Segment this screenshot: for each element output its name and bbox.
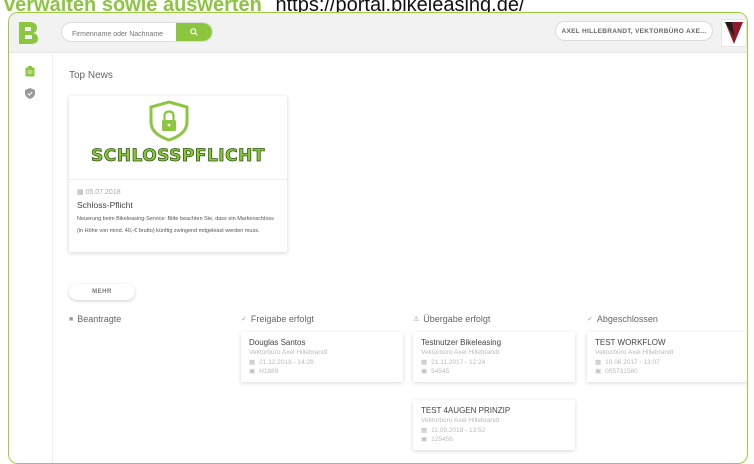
news-image-caption: SCHLOSSPFLICHT: [91, 146, 265, 167]
column-header-abgeschlossen: ✓ Abgeschlossen: [587, 314, 658, 324]
user-menu-button[interactable]: AXEL HILLEBRANDT, VEKTORBÜRO AXE...: [555, 21, 713, 41]
section-title: Top News: [69, 70, 113, 81]
task-id-row: ▣ 54545: [421, 367, 567, 376]
news-date-value: 05.07.2018: [85, 189, 121, 196]
column-label: Übergabe erfolgt: [423, 314, 491, 324]
search-bar: [61, 22, 213, 42]
column-header-beantragte: ■ Beantragte: [69, 314, 121, 324]
column-label: Freigabe erfolgt: [250, 314, 314, 324]
task-date-row: ▦ 21.12.2018 - 14:28: [249, 358, 395, 367]
id-icon: ▣: [421, 368, 428, 375]
task-datetime: 21.11.2017 - 12:24: [431, 358, 486, 366]
sidebar-item-dashboard[interactable]: [23, 64, 37, 78]
task-id: 54545: [431, 367, 450, 375]
task-id-row: ▣ 125456: [421, 435, 567, 444]
id-icon: ▣: [595, 368, 602, 375]
calendar-icon: ▦: [249, 359, 256, 366]
calendar-icon: ▦: [421, 359, 428, 366]
check-icon: ✓: [241, 316, 247, 323]
calendar-icon: ▦: [77, 189, 84, 196]
column-label: Abgeschlossen: [596, 314, 658, 324]
task-title: TEST 4AUGEN PRINZIP: [421, 406, 511, 415]
task-card[interactable]: Douglas Santos Vektorbüro Axel Hillebran…: [241, 332, 403, 382]
task-company: Vektorbüro Axel Hillebrandt: [249, 349, 328, 356]
sidebar: [9, 54, 53, 463]
task-card[interactable]: Testnutzer Bikeleasing Vektorbüro Axel H…: [413, 332, 575, 382]
task-card[interactable]: TEST 4AUGEN PRINZIP Vektorbüro Axel Hill…: [413, 400, 575, 450]
calendar-icon: ▦: [595, 359, 602, 366]
task-title: Douglas Santos: [249, 338, 306, 347]
handover-icon: ⚠: [413, 316, 420, 323]
task-title: TEST WORKFLOW: [595, 338, 666, 347]
news-title[interactable]: Schloss-Pflicht: [77, 200, 133, 210]
task-id: 125456: [431, 435, 453, 443]
news-text: Neuerung beim Bikeleasing-Service: Bitte…: [77, 216, 274, 234]
main-content: Top News SCHLOSSPFLICHT ▦ 05.07.2018 Sch…: [53, 54, 747, 463]
app-frame: AXEL HILLEBRANDT, VEKTORBÜRO AXE... T: [8, 12, 748, 464]
task-datetime: 19.06.2017 - 13:07: [605, 358, 660, 366]
check-icon: ✓: [587, 316, 593, 323]
company-logo-icon: [721, 19, 747, 47]
task-date-row: ▦ 11.09.2018 - 13:52: [421, 426, 567, 435]
id-icon: ▣: [421, 436, 428, 443]
sidebar-item-security[interactable]: [23, 86, 37, 100]
news-date: ▦ 05.07.2018: [77, 188, 121, 196]
task-company: Vektorbüro Axel Hillebrandt: [421, 417, 500, 424]
search-icon: [190, 28, 198, 36]
id-icon: ▣: [249, 368, 256, 375]
clipboard-icon: [25, 65, 35, 76]
more-button[interactable]: MEHR: [69, 284, 135, 300]
news-image: SCHLOSSPFLICHT: [69, 96, 287, 180]
shield-check-icon: [25, 87, 35, 99]
news-card[interactable]: SCHLOSSPFLICHT ▦ 05.07.2018 Schloss-Pfli…: [69, 96, 287, 252]
column-header-freigabe: ✓ Freigabe erfolgt: [241, 314, 314, 324]
task-id: H1889: [259, 367, 279, 375]
task-title: Testnutzer Bikeleasing: [421, 338, 502, 347]
top-bar: AXEL HILLEBRANDT, VEKTORBÜRO AXE...: [9, 13, 747, 53]
task-id-row: ▣ H1889: [249, 367, 395, 376]
task-datetime: 21.12.2018 - 14:28: [259, 358, 314, 366]
task-id-row: ▣ 055731580: [595, 367, 741, 376]
column-label: Beantragte: [77, 314, 122, 324]
calendar-icon: ▦: [421, 427, 428, 434]
document-icon: ■: [69, 315, 74, 323]
task-company: Vektorbüro Axel Hillebrandt: [595, 349, 674, 356]
task-company: Vektorbüro Axel Hillebrandt: [421, 349, 500, 356]
task-date-row: ▦ 21.11.2017 - 12:24: [421, 358, 567, 367]
column-header-uebergabe: ⚠ Übergabe erfolgt: [413, 314, 490, 324]
task-card[interactable]: TEST WORKFLOW Vektorbüro Axel Hillebrand…: [587, 332, 747, 382]
bikeleasing-logo-icon[interactable]: [17, 21, 39, 45]
task-id: 055731580: [605, 367, 638, 375]
task-date-row: ▦ 19.06.2017 - 13:07: [595, 358, 741, 367]
search-button[interactable]: [176, 23, 212, 41]
search-input[interactable]: [62, 25, 174, 41]
task-datetime: 11.09.2018 - 13:52: [431, 426, 486, 434]
